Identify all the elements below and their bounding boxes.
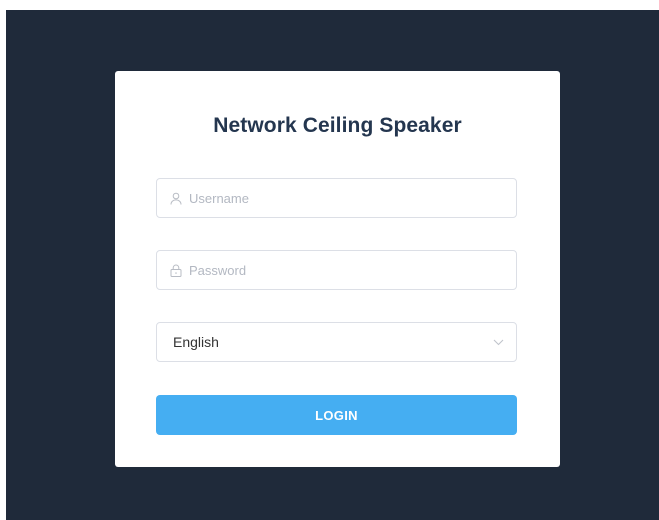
page-background: Network Ceiling Speaker English	[6, 10, 659, 520]
user-icon	[169, 191, 183, 205]
username-field[interactable]	[156, 178, 517, 218]
language-selected-value: English	[173, 334, 219, 350]
login-button[interactable]: LOGIN	[156, 395, 517, 435]
username-input[interactable]	[189, 179, 516, 217]
chevron-down-icon[interactable]	[492, 336, 504, 348]
password-input[interactable]	[189, 251, 516, 289]
page-title: Network Ceiling Speaker	[213, 114, 462, 137]
language-select[interactable]: English	[156, 322, 517, 362]
login-card: Network Ceiling Speaker English	[115, 71, 560, 467]
lock-icon	[169, 263, 183, 277]
password-field[interactable]	[156, 250, 517, 290]
